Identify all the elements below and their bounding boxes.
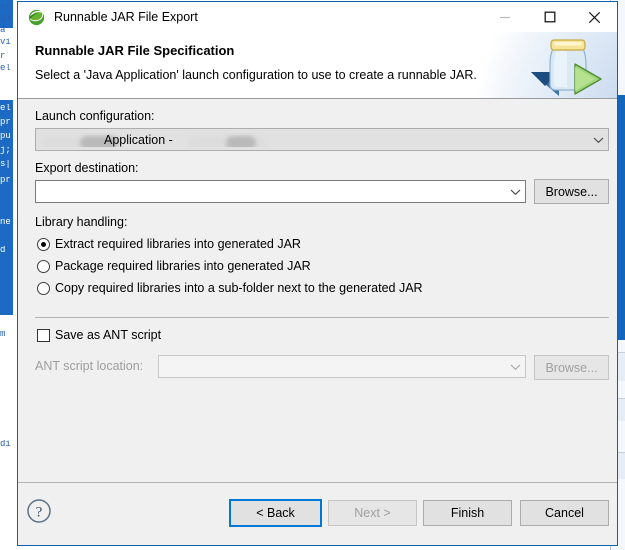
background-code-line: pu (0, 132, 11, 140)
minimize-icon[interactable] (482, 2, 527, 32)
section-divider (35, 317, 609, 318)
dialog-body: Launch configuration: Application - Expo… (18, 99, 617, 482)
radio-indicator (37, 281, 50, 295)
background-code-line: r (0, 52, 6, 60)
background-code-line: gl (0, 14, 11, 22)
back-button[interactable]: < Back (229, 499, 322, 527)
page-description: Select a 'Java Application' launch confi… (35, 68, 477, 82)
radio-copy-libraries[interactable]: Copy required libraries into a sub-folde… (37, 281, 423, 295)
background-code-line: el (0, 104, 11, 112)
runnable-jar-export-dialog: Runnable JAR File Export Runnable JAR Fi… (17, 1, 618, 546)
radio-label: Package required libraries into generate… (55, 259, 311, 273)
dialog-titlebar[interactable]: Runnable JAR File Export (18, 2, 617, 32)
chevron-down-icon (505, 363, 525, 371)
background-code-line: d (0, 246, 6, 254)
chevron-down-icon[interactable] (588, 136, 608, 144)
window-controls (482, 2, 617, 32)
ant-script-browse-button: Browse... (534, 355, 609, 380)
radio-extract-libraries[interactable]: Extract required libraries into generate… (37, 237, 301, 251)
svg-text:?: ? (36, 505, 43, 521)
background-code-line: vi (0, 38, 11, 46)
launch-configuration-value: Application - (36, 133, 588, 147)
cancel-button[interactable]: Cancel (520, 500, 609, 526)
background-code-line: s| (0, 160, 11, 168)
background-code-line: m (0, 330, 6, 338)
background-code-line: ne (0, 218, 11, 226)
redaction-blob (226, 135, 256, 147)
page-title: Runnable JAR File Specification (35, 43, 235, 58)
background-code-line: di (0, 440, 11, 448)
ant-script-location-label: ANT script location: (35, 359, 144, 373)
help-icon[interactable]: ? (26, 498, 52, 524)
background-code-line: pr (0, 118, 11, 126)
next-button: Next > (328, 500, 417, 526)
dialog-footer: ? < Back Next > Finish Cancel (18, 482, 617, 545)
maximize-icon[interactable] (527, 2, 572, 32)
launch-configuration-label: Launch configuration: (35, 109, 155, 123)
finish-button[interactable]: Finish (423, 500, 512, 526)
background-code-line: nt (0, 4, 11, 12)
library-handling-label: Library handling: (35, 215, 128, 229)
radio-label: Copy required libraries into a sub-folde… (55, 281, 423, 295)
ant-script-location-combo (158, 355, 526, 378)
background-code-line: pr (0, 176, 11, 184)
radio-package-libraries[interactable]: Package required libraries into generate… (37, 259, 311, 273)
background-code-line: a (0, 26, 6, 34)
eclipse-icon (28, 9, 45, 26)
launch-configuration-combo[interactable]: Application - (35, 128, 609, 151)
export-destination-combo[interactable] (35, 180, 526, 203)
background-code-line: j; (0, 146, 11, 154)
background-code-line: el (0, 64, 11, 72)
checkbox-indicator (37, 328, 50, 342)
radio-indicator (37, 259, 50, 273)
dialog-header: Runnable JAR File Specification Select a… (18, 32, 617, 99)
dialog-title: Runnable JAR File Export (54, 10, 198, 24)
chevron-down-icon[interactable] (505, 188, 525, 196)
checkbox-label: Save as ANT script (55, 328, 162, 342)
close-icon[interactable] (572, 2, 617, 32)
save-as-ant-checkbox[interactable]: Save as ANT script (37, 328, 161, 342)
export-destination-label: Export destination: (35, 161, 139, 175)
jar-export-icon (523, 34, 611, 98)
export-destination-browse-button[interactable]: Browse... (534, 179, 609, 204)
background-scrollbar[interactable] (618, 95, 625, 340)
radio-indicator (37, 237, 50, 251)
radio-label: Extract required libraries into generate… (55, 237, 301, 251)
